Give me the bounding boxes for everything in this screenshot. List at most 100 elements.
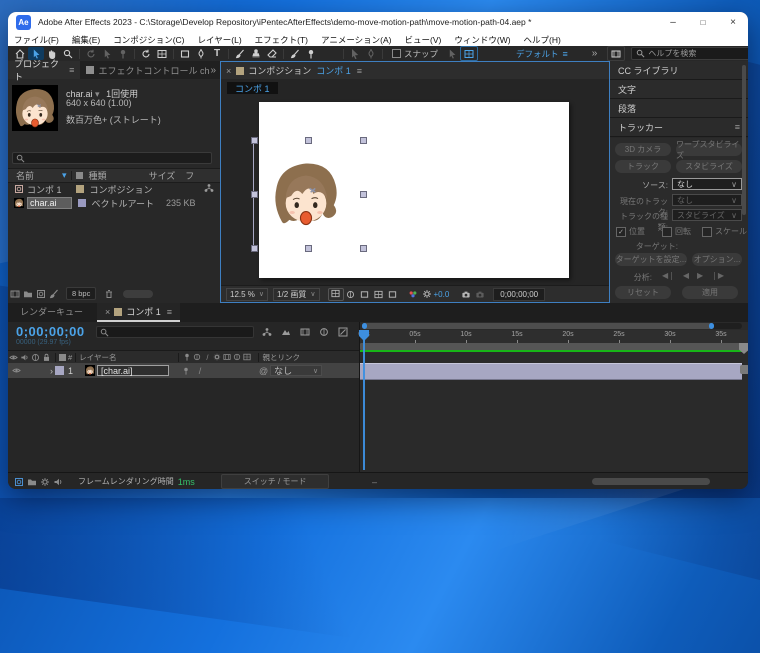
menu-file[interactable]: ファイル(F): [14, 34, 59, 46]
motion-blur-column-icon[interactable]: [232, 353, 242, 361]
video-column-icon[interactable]: [8, 353, 19, 362]
selection-handle[interactable]: [251, 137, 258, 144]
maximize-button[interactable]: □: [688, 12, 718, 33]
flowchart-icon[interactable]: [204, 183, 214, 195]
close-button[interactable]: ×: [718, 12, 748, 33]
project-row-comp[interactable]: コンポ 1 コンポジション: [8, 182, 220, 196]
time-navigator-track[interactable]: [362, 323, 742, 329]
tab-timeline-comp[interactable]: × コンポ 1 ≡: [97, 303, 181, 322]
column-type[interactable]: 種類: [89, 169, 107, 182]
resolution-dropdown[interactable]: 1/2 画質 ∨: [273, 287, 320, 301]
eraser-tool-icon[interactable]: [264, 47, 280, 60]
delete-item-icon[interactable]: [102, 289, 115, 299]
warp-stabilizer-button[interactable]: ワープスタビライズ: [676, 140, 742, 160]
panel-paragraph[interactable]: 段落: [610, 99, 748, 118]
mini-flowchart-icon[interactable]: [262, 327, 272, 339]
comp-panel-menu-icon[interactable]: ≡: [357, 66, 362, 76]
timeline-menu-icon[interactable]: ≡: [167, 307, 172, 317]
label-column-icon[interactable]: [59, 353, 66, 361]
exposure-gear-icon[interactable]: [420, 289, 434, 299]
rotation-tool-icon[interactable]: [138, 47, 154, 60]
parent-link-column[interactable]: 親とリンク: [262, 352, 300, 363]
snap-grid-icon[interactable]: [460, 46, 479, 61]
rectangle-tool-icon[interactable]: [177, 47, 193, 60]
analyze-backward-frame-icon[interactable]: ◀❘: [662, 271, 675, 280]
selection-handle[interactable]: [360, 191, 367, 198]
track-motion-button[interactable]: トラック: [615, 160, 671, 173]
motion-blur-icon[interactable]: [319, 327, 329, 339]
solo-column-icon[interactable]: [30, 353, 41, 362]
comp-marker-button[interactable]: [739, 343, 748, 354]
brush-tool-icon[interactable]: [232, 47, 248, 60]
project-panel-menu-icon[interactable]: ≡: [69, 65, 74, 75]
layer-visibility-icon[interactable]: [10, 366, 22, 375]
roto-brush-tool-icon[interactable]: [287, 47, 303, 60]
snap-toggle[interactable]: スナップ: [392, 48, 438, 60]
project-search-field[interactable]: [12, 152, 212, 164]
current-timecode[interactable]: 0;00;00;00: [16, 324, 85, 339]
frame-blend-icon[interactable]: [300, 327, 310, 339]
pixel-aspect-icon[interactable]: [386, 290, 400, 299]
choose-grid-guides-icon[interactable]: [327, 287, 344, 301]
menu-effect[interactable]: エフェクト(T): [255, 34, 308, 46]
performance-icon[interactable]: [38, 477, 51, 487]
tracker-menu-icon[interactable]: ≡: [735, 122, 740, 132]
label-swatch[interactable]: [77, 199, 86, 207]
shy-column-icon[interactable]: [182, 353, 192, 361]
apply-button[interactable]: 適用: [682, 286, 738, 299]
position-checkbox[interactable]: ✓ 位置: [616, 226, 645, 237]
time-navigator-handle[interactable]: [362, 323, 714, 329]
switches-modes-button[interactable]: スイッチ / モード: [220, 474, 330, 489]
analyze-forward-icon[interactable]: ▶: [697, 271, 703, 280]
lock-column-icon[interactable]: [41, 353, 52, 362]
help-search-field[interactable]: ヘルプを検索: [631, 47, 748, 60]
frame-blend-column-icon[interactable]: [222, 353, 232, 361]
panel-character[interactable]: 文字: [610, 80, 748, 99]
analyze-forward-frame-icon[interactable]: ❘▶: [711, 271, 724, 280]
selection-handle[interactable]: [251, 191, 258, 198]
draft-3d-icon[interactable]: [281, 327, 291, 339]
menu-animation[interactable]: アニメーション(A): [321, 34, 392, 46]
layer-name-column[interactable]: レイヤー名: [79, 352, 116, 363]
cache-icon[interactable]: [25, 477, 38, 487]
layer-label-swatch[interactable]: [55, 366, 64, 375]
playhead-line[interactable]: [363, 330, 365, 470]
pen-tool-icon[interactable]: [193, 47, 209, 60]
toggle-mask-icon[interactable]: [344, 290, 358, 299]
comp-viewer-tab[interactable]: コンポ 1: [227, 82, 278, 94]
quality-column-icon[interactable]: /: [202, 353, 212, 362]
options-button[interactable]: オプション...: [692, 253, 742, 266]
mask-tool-icon[interactable]: [347, 47, 363, 60]
layer-quality-icon[interactable]: [179, 367, 193, 375]
selection-handle[interactable]: [251, 245, 258, 252]
transparency-grid-icon[interactable]: [372, 290, 386, 299]
menu-edit[interactable]: 編集(E): [72, 34, 100, 46]
mask-feather-tool-icon[interactable]: [363, 47, 379, 60]
tab-project[interactable]: プロジェクト ≡: [8, 59, 81, 82]
workspace-selector[interactable]: デフォルト: [516, 48, 559, 60]
rotation-checkbox[interactable]: 回転: [662, 226, 691, 237]
time-navigator-end-grip[interactable]: [709, 323, 714, 329]
panel-cc-libraries[interactable]: CC ライブラリ: [610, 61, 748, 80]
source-dropdown[interactable]: なし ∨: [672, 178, 742, 190]
selection-handle[interactable]: [360, 245, 367, 252]
layer-name-field[interactable]: [char.ai]: [97, 365, 170, 376]
column-name[interactable]: 名前: [16, 169, 34, 182]
parent-dropdown[interactable]: なし ∨: [270, 365, 323, 376]
timeline-horizontal-scrollbar[interactable]: [592, 478, 710, 485]
new-folder-icon[interactable]: [21, 289, 34, 299]
interpret-footage-icon[interactable]: [8, 289, 21, 299]
snap-checkbox[interactable]: [392, 49, 401, 58]
parent-pickwhip-icon[interactable]: @: [259, 366, 268, 376]
reset-button[interactable]: リセット: [615, 286, 671, 299]
adjustment-column-icon[interactable]: [242, 353, 252, 361]
workspace-bar-icon[interactable]: [607, 46, 626, 61]
time-navigator-start-grip[interactable]: [362, 323, 367, 329]
toolbar-overflow-icon[interactable]: »: [592, 48, 598, 59]
menu-view[interactable]: ビュー(V): [405, 34, 442, 46]
layer-row-charai[interactable]: › 1 [char.ai] / @ なし ∨: [8, 363, 359, 378]
selection-handle[interactable]: [305, 245, 312, 252]
label-column-icon[interactable]: [75, 172, 83, 179]
timeline-zoom-out-icon[interactable]: –: [372, 477, 377, 487]
selection-handle[interactable]: [305, 137, 312, 144]
